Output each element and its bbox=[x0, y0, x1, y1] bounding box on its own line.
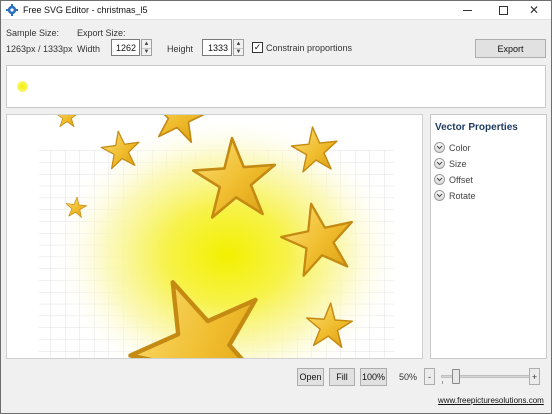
slider-tick bbox=[442, 381, 443, 384]
property-label: Size bbox=[449, 158, 467, 169]
zoom-level: 50% bbox=[399, 372, 418, 382]
sample-size-label: Sample Size: bbox=[6, 28, 60, 38]
height-down-icon[interactable]: ▼ bbox=[234, 48, 243, 55]
expand-size-icon[interactable] bbox=[434, 158, 445, 169]
height-input[interactable]: 1333 bbox=[202, 39, 232, 56]
close-button[interactable]: ✕ bbox=[517, 1, 551, 19]
width-spinner[interactable]: ▲ ▼ bbox=[141, 39, 152, 56]
property-size[interactable]: Size bbox=[434, 157, 467, 170]
export-size-label: Export Size: bbox=[77, 28, 126, 38]
zoom-in-button[interactable]: + bbox=[529, 368, 540, 385]
app-gear-icon bbox=[6, 4, 18, 16]
window-title: Free SVG Editor - christmas_l5 bbox=[23, 5, 148, 15]
vector-properties-panel: Vector Properties Color Size Offset Rota… bbox=[430, 114, 547, 359]
width-down-icon[interactable]: ▼ bbox=[142, 48, 151, 55]
minimize-button[interactable] bbox=[450, 1, 484, 19]
constrain-checkbox[interactable]: ✓ bbox=[252, 42, 263, 53]
expand-offset-icon[interactable] bbox=[434, 174, 445, 185]
minimize-icon bbox=[462, 9, 472, 11]
preview-strip bbox=[6, 65, 546, 108]
property-label: Rotate bbox=[449, 190, 476, 201]
height-up-icon[interactable]: ▲ bbox=[234, 40, 243, 47]
export-button[interactable]: Export bbox=[475, 39, 546, 58]
svg-canvas[interactable] bbox=[6, 114, 423, 359]
title-bar: Free SVG Editor - christmas_l5 ✕ bbox=[1, 1, 551, 20]
property-label: Color bbox=[449, 142, 471, 153]
property-color[interactable]: Color bbox=[434, 141, 471, 154]
open-button[interactable]: Open bbox=[297, 368, 324, 386]
fill-button[interactable]: Fill bbox=[329, 368, 355, 386]
maximize-icon bbox=[498, 5, 508, 15]
constrain-label[interactable]: Constrain proportions bbox=[266, 43, 352, 53]
christmas-artwork bbox=[39, 115, 402, 358]
zoom-slider-thumb[interactable] bbox=[452, 369, 460, 384]
width-input[interactable]: 1262 bbox=[111, 39, 140, 56]
zoom-out-button[interactable]: - bbox=[424, 368, 435, 385]
height-label: Height bbox=[167, 44, 194, 54]
close-icon: ✕ bbox=[528, 3, 540, 17]
maximize-button[interactable] bbox=[486, 1, 520, 19]
expand-color-icon[interactable] bbox=[434, 142, 445, 153]
website-link[interactable]: www.freepicturesolutions.com bbox=[438, 396, 544, 405]
property-rotate[interactable]: Rotate bbox=[434, 189, 476, 202]
star-shape bbox=[56, 115, 79, 127]
vector-properties-title: Vector Properties bbox=[435, 122, 518, 133]
app-window: Free SVG Editor - christmas_l5 ✕ Sample … bbox=[0, 0, 552, 414]
sample-size-value: 1263px / 1333px bbox=[6, 44, 73, 54]
width-label: Width bbox=[77, 44, 101, 54]
width-up-icon[interactable]: ▲ bbox=[142, 40, 151, 47]
expand-rotate-icon[interactable] bbox=[434, 190, 445, 201]
height-spinner[interactable]: ▲ ▼ bbox=[233, 39, 244, 56]
property-offset[interactable]: Offset bbox=[434, 173, 473, 186]
preview-swatch bbox=[17, 81, 28, 92]
property-label: Offset bbox=[449, 174, 473, 185]
actual-size-button[interactable]: 100% bbox=[360, 368, 387, 386]
